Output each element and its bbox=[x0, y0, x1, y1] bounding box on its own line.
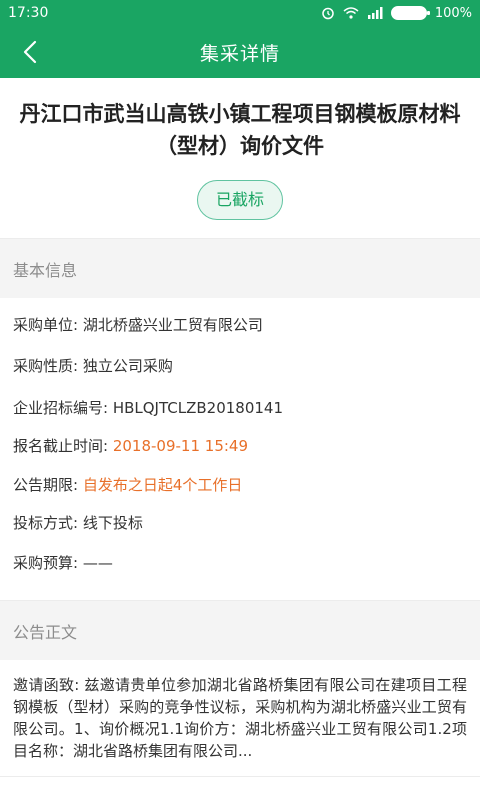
tender-header: 丹江口市武当山高铁小镇工程项目钢模板原材料（型材）询价文件 已截标 bbox=[0, 78, 480, 238]
status-icons: 100% bbox=[321, 6, 472, 21]
section-title: 基本信息 bbox=[13, 260, 78, 280]
divider bbox=[0, 776, 480, 777]
info-value: 2018-09-11 15:49 bbox=[112, 437, 248, 455]
section-notice: 公告正文 bbox=[0, 600, 480, 660]
info-value: 独立公司采购 bbox=[82, 357, 173, 375]
info-value: 湖北桥盛兴业工贸有限公司 bbox=[82, 316, 263, 334]
signal-icon bbox=[367, 7, 383, 19]
section-basic-info: 基本信息 bbox=[0, 238, 480, 298]
info-row-nature: 采购性质: 独立公司采购 bbox=[13, 356, 173, 376]
info-label: 企业招标编号: bbox=[13, 399, 113, 417]
info-row-bid-method: 投标方式: 线下投标 bbox=[13, 513, 143, 533]
info-value: 线下投标 bbox=[82, 514, 143, 532]
info-label: 采购单位: bbox=[13, 316, 83, 334]
info-value: —— bbox=[82, 554, 113, 572]
status-time: 17:30 bbox=[8, 5, 49, 21]
page-title: 集采详情 bbox=[199, 42, 280, 65]
alarm-icon bbox=[322, 7, 334, 20]
info-label: 报名截止时间: bbox=[13, 437, 113, 455]
tender-title: 丹江口市武当山高铁小镇工程项目钢模板原材料（型材）询价文件 bbox=[19, 102, 461, 158]
info-row-tender-no: 企业招标编号: HBLQJTCLZB20180141 bbox=[13, 398, 283, 418]
nav-bar: 集采详情 bbox=[0, 26, 480, 78]
info-row-period: 公告期限: 自发布之日起4个工作日 bbox=[13, 475, 242, 495]
battery-percent: 100% bbox=[434, 5, 472, 21]
chevron-left-icon bbox=[23, 40, 37, 64]
info-row-deadline: 报名截止时间: 2018-09-11 15:49 bbox=[13, 436, 248, 456]
info-label: 公告期限: bbox=[13, 476, 83, 494]
notice-text: 邀请函致: 兹邀请贵单位参加湖北省路桥集团有限公司在建项目工程钢模板（型材）采购… bbox=[13, 676, 467, 760]
wifi-icon bbox=[343, 7, 359, 19]
info-value: 自发布之日起4个工作日 bbox=[82, 476, 243, 494]
info-row-purchaser: 采购单位: 湖北桥盛兴业工贸有限公司 bbox=[13, 315, 263, 335]
section-title: 公告正文 bbox=[13, 622, 78, 642]
info-label: 投标方式: bbox=[13, 514, 83, 532]
back-button[interactable] bbox=[14, 36, 46, 68]
notice-body[interactable]: 邀请函致: 兹邀请贵单位参加湖北省路桥集团有限公司在建项目工程钢模板（型材）采购… bbox=[0, 660, 480, 800]
info-value: HBLQJTCLZB20180141 bbox=[112, 399, 284, 417]
basic-info-list: 采购单位: 湖北桥盛兴业工贸有限公司 采购性质: 独立公司采购 企业招标编号: … bbox=[0, 298, 480, 598]
status-bar: 17:30 100% bbox=[0, 0, 480, 26]
info-label: 采购预算: bbox=[13, 554, 83, 572]
battery-icon bbox=[390, 6, 430, 20]
info-row-budget: 采购预算: —— bbox=[13, 553, 113, 573]
info-label: 采购性质: bbox=[13, 357, 83, 375]
status-badge: 已截标 bbox=[196, 180, 283, 220]
